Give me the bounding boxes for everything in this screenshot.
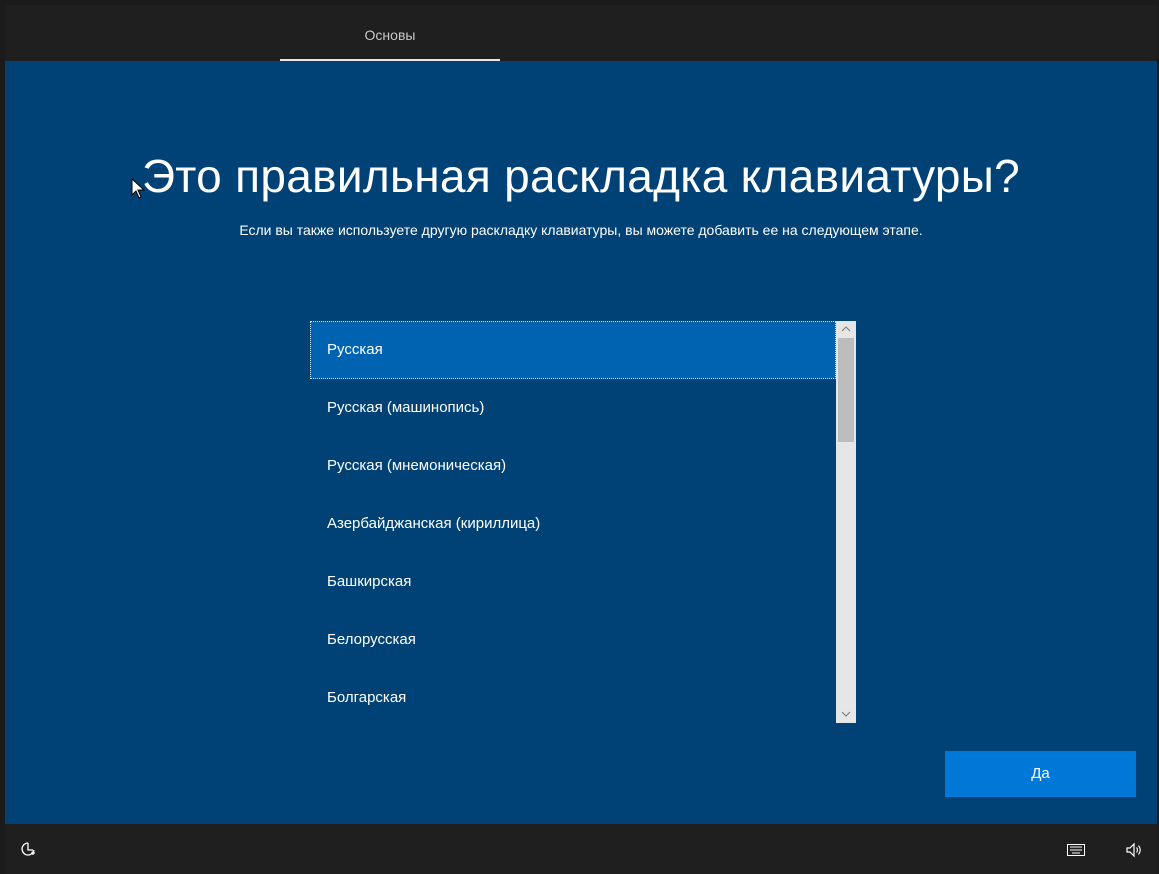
top-bar: Основы [5,5,1157,61]
page-subtitle: Если вы также используете другую расклад… [239,222,923,238]
tab-basics[interactable]: Основы [280,5,500,61]
list-item-layout-russian-mnemonic[interactable]: Русская (мнемоническая) [310,437,836,495]
oobe-window: Основы Это правильная раскладка клавиату… [0,0,1159,874]
yes-button[interactable]: Да [945,751,1136,797]
scroll-up-arrow-icon[interactable] [836,321,856,338]
accessibility-icon[interactable] [19,841,37,859]
list-item-layout-bashkir[interactable]: Башкирская [310,553,836,611]
main-panel: Это правильная раскладка клавиатуры? Есл… [5,61,1157,824]
list-item-layout-azerbaijani-cyrillic[interactable]: Азербайджанская (кириллица) [310,495,836,553]
list-scrollbar[interactable] [836,321,856,723]
list-item-layout-bulgarian[interactable]: Болгарская [310,669,836,723]
list-item-layout-russian[interactable]: Русская [310,321,836,379]
keyboard-icon[interactable] [1067,844,1085,856]
scroll-thumb[interactable] [838,338,854,442]
scroll-down-arrow-icon[interactable] [836,706,856,723]
bottom-bar [5,824,1157,874]
list-item-layout-russian-typewriter[interactable]: Русская (машинопись) [310,379,836,437]
page-title: Это правильная раскладка клавиатуры? [141,150,1021,202]
list-item-layout-belarusian[interactable]: Белорусская [310,611,836,669]
keyboard-layout-list[interactable]: Русская Русская (машинопись) Русская (мн… [310,321,856,723]
volume-icon[interactable] [1125,841,1143,859]
